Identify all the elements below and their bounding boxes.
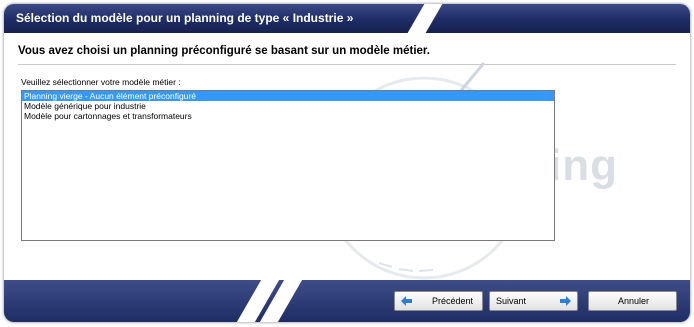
heading-divider [18, 64, 676, 65]
model-list-item-blank[interactable]: Planning vierge - Aucun élément préconfi… [22, 91, 554, 101]
dialog-window: Sélection du modèle pour un planning de … [4, 4, 690, 322]
previous-button-label: Précédent [432, 296, 474, 306]
model-list-label: Veuillez sélectionner votre modèle métie… [21, 77, 181, 87]
arrow-right-icon [560, 296, 571, 306]
previous-button[interactable]: Précédent [394, 291, 483, 311]
footer-bar: Précédent Suivant Annuler [4, 280, 690, 322]
model-listbox[interactable]: Planning vierge - Aucun élément préconfi… [21, 90, 555, 241]
cancel-button[interactable]: Annuler [588, 291, 677, 311]
watermark-text: ing [549, 141, 618, 190]
content-area: Vous avez choisi un planning préconfigur… [9, 33, 685, 280]
next-button-label: Suivant [496, 296, 527, 306]
model-list-item-generic-industry[interactable]: Modèle générique pour industrie [22, 101, 554, 111]
title-bar: Sélection du modèle pour un planning de … [4, 4, 690, 33]
window-title: Sélection du modèle pour un planning de … [16, 11, 354, 25]
next-button[interactable]: Suivant [489, 291, 578, 311]
title-bar-stripe [407, 4, 443, 33]
model-list-item-cartonnages[interactable]: Modèle pour cartonnages et transformateu… [22, 111, 554, 121]
cancel-button-label: Annuler [618, 296, 650, 306]
page-heading: Vous avez choisi un planning préconfigur… [18, 45, 430, 57]
arrow-left-icon [401, 296, 412, 306]
